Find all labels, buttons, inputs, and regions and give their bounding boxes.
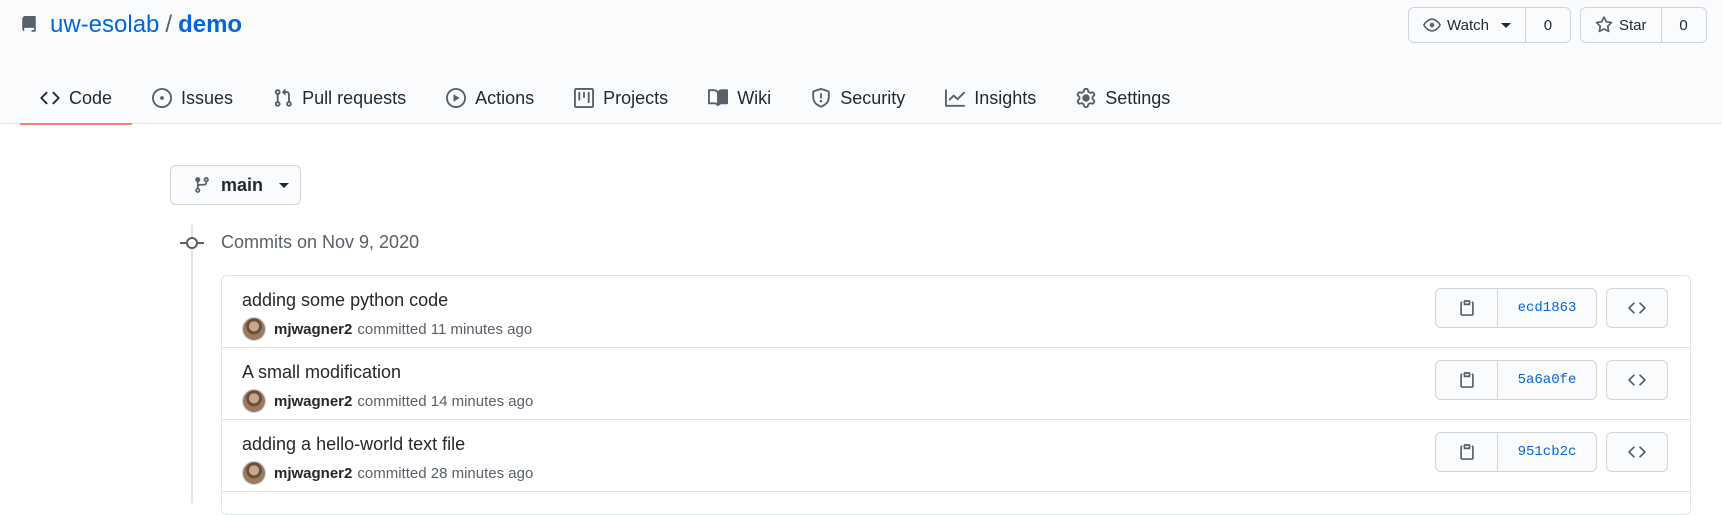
star-label: Star xyxy=(1619,16,1647,34)
browse-files-button[interactable] xyxy=(1606,288,1668,328)
book-icon xyxy=(708,89,729,107)
clipboard-icon xyxy=(1459,444,1474,460)
git-commit-icon xyxy=(180,237,204,249)
repo-title: uw-esolab / demo xyxy=(20,8,242,42)
repo-separator: / xyxy=(165,11,173,38)
repo-icon xyxy=(22,16,36,32)
timeline-line xyxy=(191,225,193,503)
star-count[interactable]: 0 xyxy=(1662,8,1706,42)
watch-control: Watch 0 xyxy=(1408,7,1571,43)
star-control: Star 0 xyxy=(1580,7,1707,43)
commit-list: adding some python code mjwagner2 commit… xyxy=(221,275,1691,515)
tab-insights[interactable]: Insights xyxy=(925,72,1056,124)
clipboard-icon xyxy=(1459,372,1474,388)
copy-sha-button[interactable] xyxy=(1436,289,1498,327)
commit-verb: committed xyxy=(357,464,427,482)
tab-projects[interactable]: Projects xyxy=(554,72,688,124)
repo-header: uw-esolab / demo Watch 0 Star 0 Code Iss… xyxy=(0,0,1722,125)
issue-opened-icon xyxy=(152,88,173,108)
tab-code[interactable]: Code xyxy=(20,72,133,125)
code-icon xyxy=(1628,446,1646,458)
clipboard-icon xyxy=(1459,300,1474,316)
star-icon xyxy=(1595,16,1613,33)
tab-security[interactable]: Security xyxy=(791,72,925,124)
tab-issues-label: Issues xyxy=(181,87,234,108)
commit-meta: mjwagner2 committed 11 minutes ago xyxy=(242,316,532,342)
commit-sha-link[interactable]: ecd1863 xyxy=(1498,289,1596,327)
branch-select-button[interactable]: main xyxy=(170,165,301,205)
commit-time: 11 minutes ago xyxy=(430,320,533,338)
tab-wiki-label: Wiki xyxy=(737,87,772,108)
avatar[interactable] xyxy=(242,317,266,341)
commit-row: A small modification mjwagner2 committed… xyxy=(222,348,1690,420)
graph-icon xyxy=(945,89,966,107)
tab-insights-label: Insights xyxy=(974,87,1037,108)
chevron-down-icon xyxy=(1500,22,1511,28)
commit-row: adding a hello-world text file mjwagner2… xyxy=(222,420,1690,492)
tab-issues[interactable]: Issues xyxy=(132,72,253,124)
avatar[interactable] xyxy=(242,461,266,485)
star-button[interactable]: Star xyxy=(1581,8,1662,42)
commit-meta: mjwagner2 committed 28 minutes ago xyxy=(242,460,533,486)
repo-owner-link[interactable]: uw-esolab xyxy=(50,11,159,39)
copy-sha-button[interactable] xyxy=(1436,433,1498,471)
branch-name: main xyxy=(221,174,264,195)
browse-files-button[interactable] xyxy=(1606,360,1668,400)
tab-actions-label: Actions xyxy=(475,87,535,108)
tab-settings[interactable]: Settings xyxy=(1056,72,1190,124)
commit-sha-link[interactable]: 5a6a0fe xyxy=(1498,361,1596,399)
commit-message-link[interactable]: A small modification xyxy=(242,362,401,383)
code-icon xyxy=(1628,302,1646,314)
commit-sha-link[interactable]: 951cb2c xyxy=(1498,433,1596,471)
repo-name-link[interactable]: demo xyxy=(178,11,242,39)
project-icon xyxy=(574,88,595,108)
watch-label: Watch xyxy=(1447,16,1489,34)
browse-files-button[interactable] xyxy=(1606,432,1668,472)
commit-author-link[interactable]: mjwagner2 xyxy=(274,321,352,338)
copy-sha-button[interactable] xyxy=(1436,361,1498,399)
git-pull-request-icon xyxy=(274,88,292,107)
gear-icon xyxy=(1077,88,1096,108)
commit-message-link[interactable]: adding a hello-world text file xyxy=(242,434,465,455)
watch-count[interactable]: 0 xyxy=(1526,8,1570,42)
commit-sha-group: ecd1863 xyxy=(1435,288,1597,328)
commit-time: 14 minutes ago xyxy=(430,392,534,410)
avatar[interactable] xyxy=(242,389,266,413)
eye-icon xyxy=(1423,18,1441,32)
tab-pull-requests[interactable]: Pull requests xyxy=(253,72,426,124)
tab-settings-label: Settings xyxy=(1105,87,1171,108)
tab-projects-label: Projects xyxy=(603,87,669,108)
commit-group-title: Commits on Nov 9, 2020 xyxy=(221,232,420,252)
watch-button[interactable]: Watch xyxy=(1409,8,1526,42)
shield-icon xyxy=(812,88,830,108)
commit-row: adding some python code mjwagner2 commit… xyxy=(222,276,1690,348)
tab-wiki[interactable]: Wiki xyxy=(688,72,791,124)
commit-verb: committed xyxy=(357,320,427,338)
tab-pull-requests-label: Pull requests xyxy=(302,87,407,108)
tab-code-label: Code xyxy=(69,87,113,108)
commit-time: 28 minutes ago xyxy=(430,464,534,482)
play-icon xyxy=(446,88,467,108)
code-icon xyxy=(1628,374,1646,386)
commit-meta: mjwagner2 committed 14 minutes ago xyxy=(242,388,533,414)
tab-actions[interactable]: Actions xyxy=(426,72,554,124)
commit-author-link[interactable]: mjwagner2 xyxy=(274,465,352,482)
tab-security-label: Security xyxy=(840,87,906,108)
commit-sha-group: 951cb2c xyxy=(1435,432,1597,472)
code-icon xyxy=(40,91,60,105)
git-branch-icon xyxy=(195,177,209,193)
commit-message-link[interactable]: adding some python code xyxy=(242,290,448,311)
repo-tabs: Code Issues Pull requests Actions Projec… xyxy=(20,72,1190,125)
commit-sha-group: 5a6a0fe xyxy=(1435,360,1597,400)
chevron-down-icon xyxy=(279,182,290,188)
commit-author-link[interactable]: mjwagner2 xyxy=(274,393,352,410)
commit-verb: committed xyxy=(357,392,427,410)
